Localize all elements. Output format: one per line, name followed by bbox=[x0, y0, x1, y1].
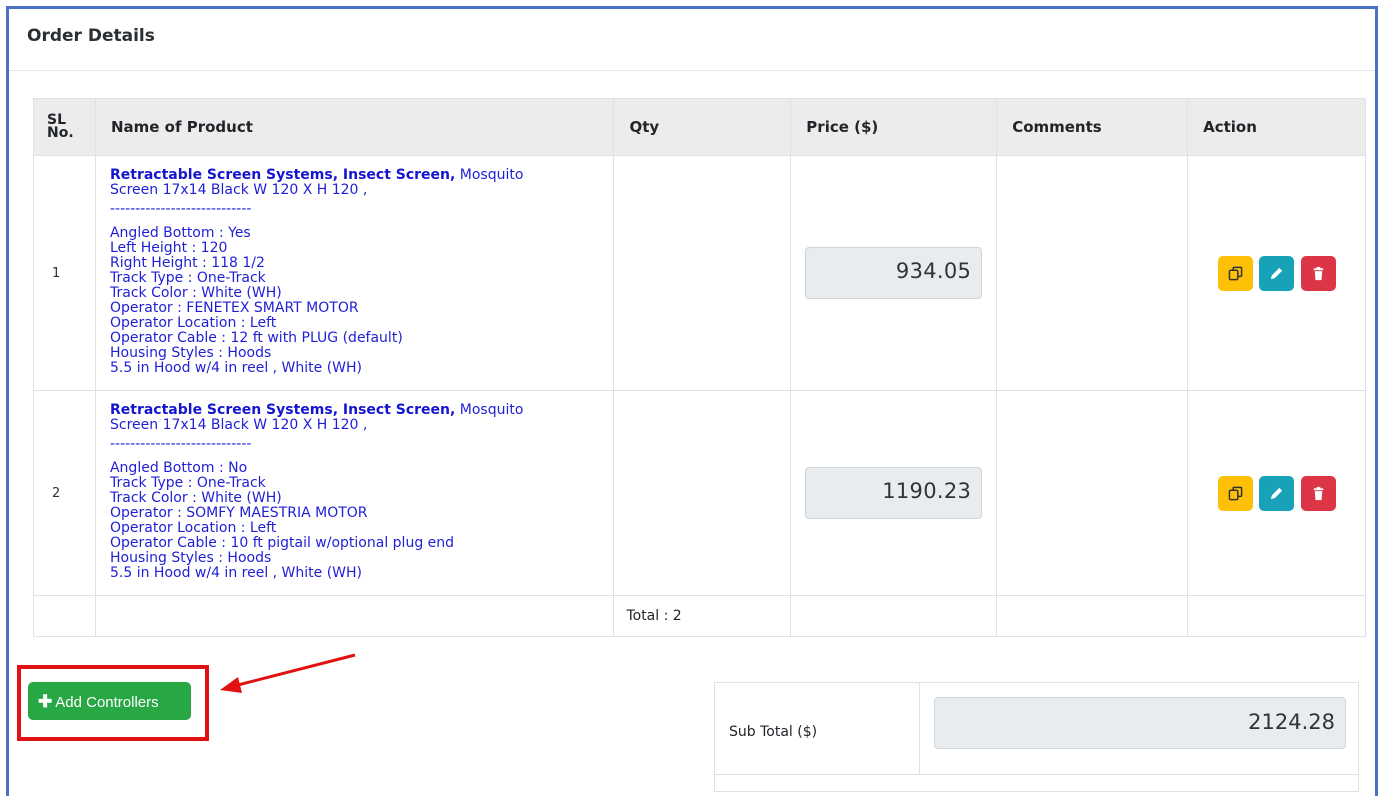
header-action: Action bbox=[1187, 98, 1366, 156]
copy-icon bbox=[1228, 266, 1242, 280]
copy-button[interactable] bbox=[1217, 475, 1253, 511]
row-price-cell: 1190.23 bbox=[790, 390, 998, 596]
row-actions bbox=[1187, 390, 1366, 596]
product-description: Retractable Screen Systems, Insect Scree… bbox=[94, 155, 615, 391]
row-comments bbox=[996, 390, 1189, 596]
edit-button[interactable] bbox=[1259, 475, 1295, 511]
product-specs: Angled Bottom : No Track Type : One-Track… bbox=[110, 461, 599, 581]
product-name: Retractable Screen Systems, Insect Scree… bbox=[109, 167, 456, 183]
subtotal-value: 2124.28 bbox=[934, 697, 1346, 749]
product-desc-a: Mosquito bbox=[455, 167, 524, 183]
order-summary: Sub Total ($) 2124.28 bbox=[714, 682, 1359, 792]
row-comments bbox=[996, 155, 1189, 391]
product-spec-line: Angled Bottom : Yes bbox=[109, 225, 251, 241]
plus-icon: ✚ bbox=[38, 692, 53, 711]
total-row: Total : 2 bbox=[33, 595, 1366, 637]
product-spec-line: Operator Cable : 12 ft with PLUG (defaul… bbox=[109, 330, 403, 346]
price-field[interactable]: 934.05 bbox=[805, 247, 983, 299]
annotation-arrow bbox=[220, 653, 356, 693]
header-price: Price ($) bbox=[790, 98, 998, 156]
row-actions bbox=[1187, 155, 1366, 391]
product-spec-line: Track Color : White (WH) bbox=[109, 490, 282, 506]
product-specs: Angled Bottom : Yes Left Height : 120 Righ… bbox=[110, 226, 599, 376]
row-qty bbox=[613, 390, 792, 596]
order-table: SL No. Name of Product Qty Price ($) Com… bbox=[33, 98, 1366, 637]
product-desc-a: Mosquito bbox=[455, 402, 524, 418]
product-spec-line: 5.5 in Hood w/4 in reel , White (WH) bbox=[109, 565, 363, 581]
product-spec-line: Operator Cable : 10 ft pigtail w/optiona… bbox=[109, 535, 455, 551]
delete-button[interactable] bbox=[1300, 255, 1336, 291]
product-desc-b: Screen 17x14 Black W 120 X H 120 , bbox=[109, 182, 368, 198]
total-empty-4 bbox=[996, 595, 1189, 637]
subtotal-cell: 2124.28 bbox=[920, 683, 1358, 775]
header-sl-no: SL No. bbox=[33, 98, 96, 156]
total-empty-2 bbox=[94, 595, 615, 637]
copy-icon bbox=[1228, 486, 1242, 500]
product-spec-line: Track Color : White (WH) bbox=[109, 285, 282, 301]
trash-icon bbox=[1313, 486, 1323, 500]
header-qty: Qty bbox=[613, 98, 792, 156]
product-spec-line: 5.5 in Hood w/4 in reel , White (WH) bbox=[109, 360, 363, 376]
card-title: Order Details bbox=[9, 9, 1375, 71]
product-name: Retractable Screen Systems, Insect Scree… bbox=[109, 402, 456, 418]
trash-icon bbox=[1313, 266, 1323, 280]
subtotal-label: Sub Total ($) bbox=[715, 683, 920, 775]
product-spec-line: Operator : FENETEX SMART MOTOR bbox=[109, 300, 359, 316]
product-spec-line: Housing Styles : Hoods bbox=[109, 550, 272, 566]
product-spec-line: Track Type : One-Track bbox=[109, 270, 266, 286]
product-description: Retractable Screen Systems, Insect Scree… bbox=[94, 390, 615, 596]
total-empty-1 bbox=[33, 595, 96, 637]
product-spec-line: Right Height : 118 1/2 bbox=[109, 255, 265, 271]
row-sl-no: 2 bbox=[33, 390, 96, 596]
product-separator: ---------------------------- bbox=[109, 436, 252, 452]
table-row: 2 Retractable Screen Systems, Insect Scr… bbox=[33, 390, 1366, 596]
product-spec-line: Operator Location : Left bbox=[109, 520, 277, 536]
product-spec-line: Track Type : One-Track bbox=[109, 475, 266, 491]
table-header-row: SL No. Name of Product Qty Price ($) Com… bbox=[33, 98, 1366, 156]
product-desc-b: Screen 17x14 Black W 120 X H 120 , bbox=[109, 417, 368, 433]
edit-button[interactable] bbox=[1259, 255, 1295, 291]
total-empty-5 bbox=[1187, 595, 1366, 637]
product-spec-line: Operator Location : Left bbox=[109, 315, 277, 331]
row-qty bbox=[613, 155, 792, 391]
header-comments: Comments bbox=[996, 98, 1189, 156]
add-controllers-button[interactable]: ✚ Add Controllers bbox=[28, 682, 191, 720]
header-product: Name of Product bbox=[94, 98, 615, 156]
add-controllers-label: Add Controllers bbox=[55, 694, 159, 711]
total-empty-3 bbox=[790, 595, 998, 637]
price-field[interactable]: 1190.23 bbox=[805, 467, 983, 519]
header-sl-line2: No. bbox=[47, 125, 74, 141]
copy-button[interactable] bbox=[1217, 255, 1253, 291]
total-qty: Total : 2 bbox=[613, 595, 792, 637]
product-separator: ---------------------------- bbox=[109, 201, 252, 217]
pencil-icon bbox=[1270, 267, 1283, 279]
pencil-icon bbox=[1270, 487, 1283, 499]
product-spec-line: Left Height : 120 bbox=[109, 240, 228, 256]
product-spec-line: Operator : SOMFY MAESTRIA MOTOR bbox=[109, 505, 368, 521]
product-spec-line: Angled Bottom : No bbox=[109, 460, 248, 476]
table-row: 1 Retractable Screen Systems, Insect Scr… bbox=[33, 155, 1366, 391]
product-spec-line: Housing Styles : Hoods bbox=[109, 345, 272, 361]
delete-button[interactable] bbox=[1300, 475, 1336, 511]
row-sl-no: 1 bbox=[33, 155, 96, 391]
row-price-cell: 934.05 bbox=[790, 155, 998, 391]
